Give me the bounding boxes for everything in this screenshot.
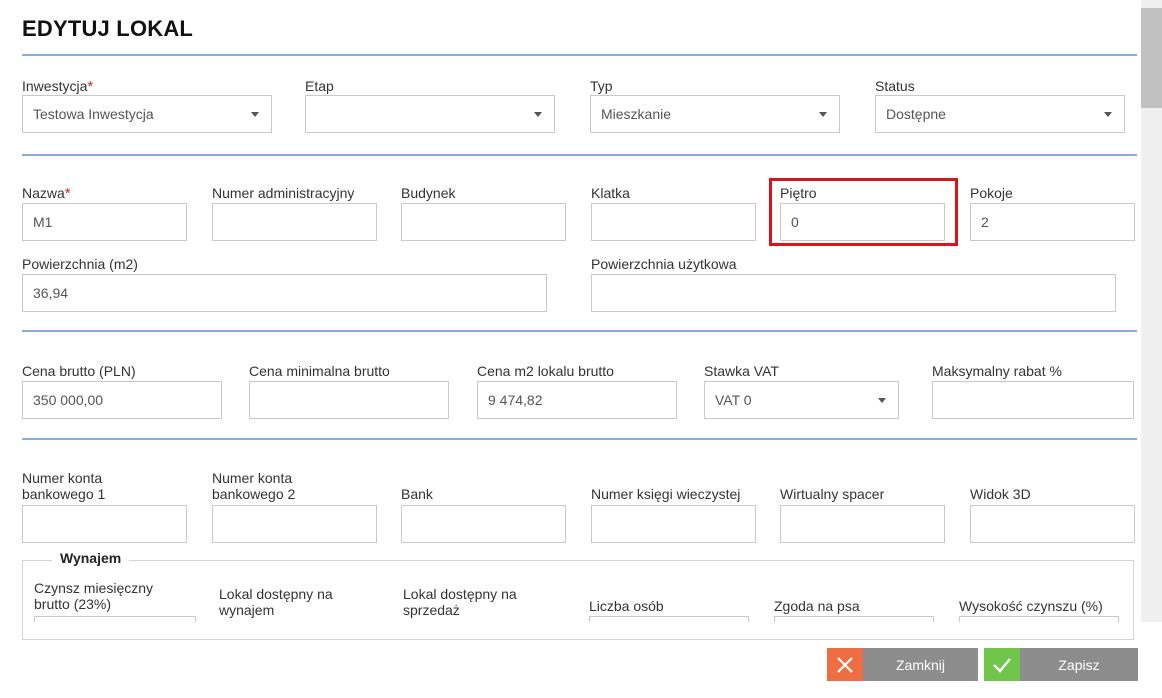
stawka-vat-select[interactable]: VAT 0 — [704, 381, 899, 419]
close-icon — [827, 648, 863, 681]
budynek-label: Budynek — [401, 185, 456, 201]
chevron-down-icon — [251, 112, 259, 117]
divider — [22, 154, 1137, 156]
close-button-label: Zamknij — [863, 648, 978, 681]
stawka-vat-label: Stawka VAT — [704, 363, 779, 379]
pokoje-label: Pokoje — [970, 185, 1013, 201]
numer-administracyjny-input[interactable] — [212, 203, 377, 241]
numer-ksiegi-label: Numer księgi wieczystej — [591, 486, 741, 502]
dostepny-sprzedaz-label: Lokal dostępny na sprzedaż — [403, 586, 517, 618]
status-label: Status — [875, 78, 915, 94]
save-button-label: Zapisz — [1020, 648, 1138, 681]
typ-label: Typ — [590, 78, 613, 94]
numer-administracyjny-label: Numer administracyjny — [212, 185, 355, 201]
pokoje-input[interactable]: 2 — [970, 203, 1135, 241]
bank-label: Bank — [401, 486, 433, 502]
typ-select[interactable]: Mieszkanie — [590, 95, 840, 133]
chevron-down-icon — [819, 112, 827, 117]
etap-select[interactable] — [305, 95, 555, 133]
wirtualny-spacer-label: Wirtualny spacer — [780, 486, 885, 502]
inwestycja-select[interactable]: Testowa Inwestycja — [22, 95, 272, 133]
close-button[interactable]: Zamknij — [827, 648, 978, 681]
zgoda-na-psa-label: Zgoda na psa — [774, 598, 860, 614]
scrollbar-thumb[interactable] — [1141, 8, 1162, 108]
pietro-highlight-box — [769, 178, 958, 246]
klatka-label: Klatka — [591, 185, 630, 201]
cena-m2-input[interactable]: 9 474,82 — [477, 381, 677, 419]
widok-3d-input[interactable] — [970, 505, 1135, 543]
powierzchnia-uzytkowa-label: Powierzchnia użytkowa — [591, 256, 737, 272]
page-title: EDYTUJ LOKAL — [22, 16, 194, 41]
liczba-osob-input[interactable] — [589, 616, 749, 622]
wirtualny-spacer-input[interactable] — [780, 505, 945, 543]
czynsz-label: Czynsz miesięczny brutto (23%) — [34, 580, 154, 612]
divider — [22, 54, 1137, 56]
nazwa-input[interactable]: M1 — [22, 203, 187, 241]
bank-input[interactable] — [401, 505, 566, 543]
chevron-down-icon — [534, 112, 542, 117]
chevron-down-icon — [878, 398, 886, 403]
inwestycja-label: Inwestycja* — [22, 78, 94, 95]
numer-ksiegi-input[interactable] — [591, 505, 756, 543]
required-mark: * — [64, 185, 71, 202]
cena-m2-label: Cena m2 lokalu brutto — [477, 363, 614, 379]
numer-konta-2-label: Numer konta bankowego 2 — [212, 470, 296, 502]
cena-brutto-label: Cena brutto (PLN) — [22, 363, 136, 379]
powierzchnia-label: Powierzchnia (m2) — [22, 256, 138, 272]
required-mark: * — [87, 78, 94, 95]
liczba-osob-label: Liczba osób — [589, 598, 664, 614]
cena-brutto-input[interactable]: 350 000,00 — [22, 381, 222, 419]
dostepny-wynajem-label: Lokal dostępny na wynajem — [219, 586, 333, 618]
cena-minimalna-label: Cena minimalna brutto — [249, 363, 390, 379]
wysokosc-czynszu-label: Wysokość czynszu (%) — [959, 598, 1103, 614]
powierzchnia-uzytkowa-input[interactable] — [591, 274, 1116, 312]
numer-konta-1-input[interactable] — [22, 505, 187, 543]
wynajem-legend: Wynajem — [52, 550, 130, 566]
maksymalny-rabat-label: Maksymalny rabat % — [932, 363, 1062, 379]
czynsz-input[interactable] — [34, 616, 196, 622]
klatka-input[interactable] — [591, 203, 756, 241]
etap-label: Etap — [305, 78, 334, 94]
maksymalny-rabat-input[interactable] — [932, 381, 1134, 419]
powierzchnia-input[interactable]: 36,94 — [22, 274, 547, 312]
cena-minimalna-input[interactable] — [249, 381, 449, 419]
save-button[interactable]: Zapisz — [984, 648, 1138, 681]
numer-konta-1-label: Numer konta bankowego 1 — [22, 470, 106, 502]
divider — [22, 330, 1137, 332]
checkmark-icon — [984, 648, 1020, 681]
budynek-input[interactable] — [401, 203, 566, 241]
nazwa-label: Nazwa* — [22, 185, 71, 202]
status-select[interactable]: Dostępne — [875, 95, 1125, 133]
numer-konta-2-input[interactable] — [212, 505, 377, 543]
chevron-down-icon — [1104, 112, 1112, 117]
widok-3d-label: Widok 3D — [970, 486, 1031, 502]
zgoda-na-psa-select[interactable] — [774, 616, 934, 622]
wysokosc-czynszu-input[interactable] — [959, 616, 1119, 622]
divider — [22, 438, 1137, 440]
